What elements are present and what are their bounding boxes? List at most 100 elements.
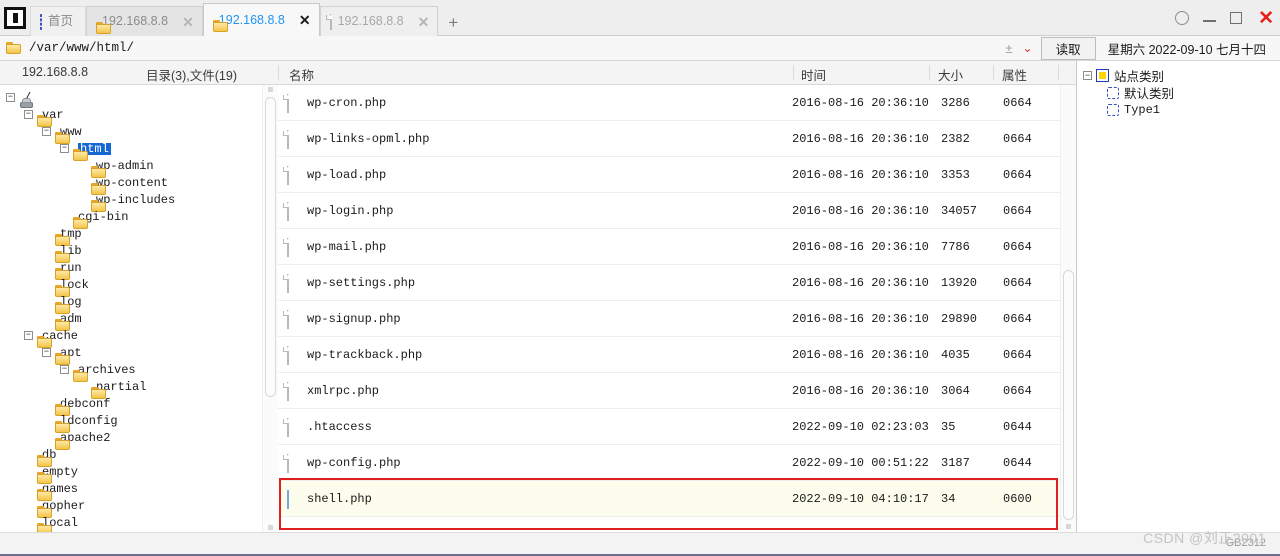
tree-item[interactable]: − archives bbox=[0, 361, 276, 378]
file-size: 13920 bbox=[941, 275, 978, 290]
file-time: 2022-09-10 04:10:17 bbox=[792, 491, 929, 506]
tree-item[interactable]: − var bbox=[0, 106, 276, 123]
tab-close-icon[interactable]: ✕ bbox=[418, 15, 430, 29]
file-row[interactable]: wp-links-opml.php 2016-08-16 20:36:10 2382… bbox=[278, 121, 1060, 157]
tree-item[interactable]: wp-admin bbox=[0, 157, 276, 174]
document-icon bbox=[287, 274, 289, 293]
tree-item[interactable]: wp-content bbox=[0, 174, 276, 191]
tree-twisty-icon[interactable]: − bbox=[42, 348, 51, 357]
file-row[interactable]: wp-cron.php 2016-08-16 20:36:10 3286 0664 bbox=[278, 85, 1060, 121]
path-input[interactable]: /var/www/html/ bbox=[29, 41, 134, 55]
file-row[interactable]: wp-config.php 2022-09-10 00:51:22 3187 0644 bbox=[278, 445, 1060, 481]
tree-item[interactable]: wp-includes bbox=[0, 191, 276, 208]
tree-scrollbar[interactable] bbox=[262, 85, 278, 532]
file-row[interactable]: wp-settings.php 2016-08-16 20:36:10 13920 0… bbox=[278, 265, 1060, 301]
tree-item[interactable]: run bbox=[0, 259, 276, 276]
dashed-square-icon bbox=[1107, 103, 1119, 116]
app-logo-icon bbox=[4, 7, 26, 29]
new-tab-button[interactable]: + bbox=[444, 14, 462, 31]
tree-item[interactable]: ldconfig bbox=[0, 412, 276, 429]
tree-twisty-icon[interactable]: − bbox=[60, 365, 69, 374]
header-name[interactable]: 名称 bbox=[289, 65, 314, 84]
file-row[interactable]: .htaccess 2022-09-10 02:23:03 35 0644 bbox=[278, 409, 1060, 445]
header-size[interactable]: 大小 bbox=[938, 65, 963, 84]
file-row[interactable]: shell.php 2022-09-10 04:10:17 34 0600 bbox=[278, 481, 1060, 517]
file-manager-window: 首页 192.168.8.8 ✕ 192.168.8.8 ✕ 192.168.8.8 ✕ + … bbox=[0, 0, 1280, 556]
tree-item[interactable]: empty bbox=[0, 463, 276, 480]
tree-twisty-icon[interactable]: − bbox=[60, 144, 69, 153]
tree-item[interactable]: − html bbox=[0, 140, 276, 157]
tree-twisty-icon[interactable]: − bbox=[24, 331, 33, 340]
document-icon bbox=[329, 13, 332, 30]
tree-item[interactable]: lib bbox=[0, 242, 276, 259]
tree-scrollbar-thumb[interactable] bbox=[265, 97, 276, 397]
file-size: 29890 bbox=[941, 311, 978, 326]
tree-item-label: wp-includes bbox=[96, 192, 176, 207]
file-size: 2382 bbox=[941, 131, 970, 146]
category-root-row[interactable]: − 站点类别 bbox=[1083, 67, 1280, 84]
tab-1[interactable]: 192.168.8.8 ✕ bbox=[86, 6, 203, 36]
tab-close-icon[interactable]: ✕ bbox=[299, 13, 311, 27]
tree-item[interactable]: apache2 bbox=[0, 429, 276, 446]
window-controls: ✕ bbox=[1175, 0, 1274, 36]
tree-item[interactable]: − www bbox=[0, 123, 276, 140]
tree-item[interactable]: gopher bbox=[0, 497, 276, 514]
file-attr: 0644 bbox=[1003, 419, 1032, 434]
file-row[interactable]: wp-signup.php 2016-08-16 20:36:10 29890 066… bbox=[278, 301, 1060, 337]
file-time: 2016-08-16 20:36:10 bbox=[792, 131, 929, 146]
site-category-pane[interactable]: − 站点类别 默认类别 Type1 bbox=[1076, 61, 1280, 532]
encoding-label: GB2312 bbox=[1225, 537, 1266, 549]
close-button[interactable]: ✕ bbox=[1258, 9, 1274, 28]
tree-item[interactable]: tmp bbox=[0, 225, 276, 242]
file-size: 34 bbox=[941, 491, 956, 506]
file-row[interactable]: wp-load.php 2016-08-16 20:36:10 3353 0664 bbox=[278, 157, 1060, 193]
minimize-button[interactable] bbox=[1203, 20, 1217, 22]
tree-item[interactable]: − / bbox=[0, 89, 276, 106]
tab-2[interactable]: 192.168.8.8 ✕ bbox=[202, 3, 320, 36]
tree-item[interactable]: cgi-bin bbox=[0, 208, 276, 225]
tree-item[interactable]: db bbox=[0, 446, 276, 463]
category-item-label: 默认类别 bbox=[1124, 87, 1175, 101]
file-name: xmlrpc.php bbox=[307, 383, 380, 398]
tree-item[interactable]: log bbox=[0, 293, 276, 310]
file-row[interactable]: wp-trackback.php 2016-08-16 20:36:10 4035 0… bbox=[278, 337, 1060, 373]
file-list-scrollbar-thumb[interactable] bbox=[1063, 270, 1074, 520]
tree-item[interactable]: lock bbox=[0, 276, 276, 293]
file-row[interactable]: wp-login.php 2016-08-16 20:36:10 34057 0664 bbox=[278, 193, 1060, 229]
file-size: 7786 bbox=[941, 239, 970, 254]
directory-tree-pane[interactable]: − / − var − www − html wp-admin wp-content wp-incl… bbox=[0, 85, 277, 532]
read-button[interactable]: 读取 bbox=[1040, 36, 1096, 60]
tab-3[interactable]: 192.168.8.8 ✕ bbox=[319, 6, 439, 36]
header-time[interactable]: 时间 bbox=[801, 65, 826, 84]
tree-item[interactable]: − apt bbox=[0, 344, 276, 361]
category-twisty-icon[interactable]: − bbox=[1083, 71, 1092, 80]
header-attr[interactable]: 属性 bbox=[1002, 65, 1027, 84]
chevron-down-icon[interactable]: ⌄ bbox=[1023, 41, 1033, 55]
category-item[interactable]: Type1 bbox=[1107, 101, 1280, 118]
dashed-square-icon bbox=[40, 13, 42, 30]
tree-item[interactable]: debconf bbox=[0, 395, 276, 412]
restore-circle-icon[interactable] bbox=[1175, 11, 1190, 25]
maximize-button[interactable] bbox=[1230, 12, 1243, 24]
file-name: wp-load.php bbox=[307, 167, 387, 182]
tree-twisty-icon[interactable]: − bbox=[24, 110, 33, 119]
file-name: wp-settings.php bbox=[307, 275, 416, 290]
file-attr: 0664 bbox=[1003, 131, 1032, 146]
tree-item[interactable]: local bbox=[0, 514, 276, 531]
tree-twisty-icon[interactable]: − bbox=[6, 93, 15, 102]
tab-0[interactable]: 首页 bbox=[30, 6, 87, 36]
tab-label: 192.168.8.8 bbox=[337, 14, 404, 29]
category-item[interactable]: 默认类别 bbox=[1107, 84, 1280, 101]
file-list-scrollbar[interactable] bbox=[1060, 85, 1076, 532]
tree-twisty-icon[interactable]: − bbox=[42, 127, 51, 136]
tree-item[interactable]: games bbox=[0, 480, 276, 497]
file-time: 2022-09-10 00:51:22 bbox=[792, 455, 929, 470]
file-list-pane[interactable]: wp-cron.php 2016-08-16 20:36:10 3286 0664 wp… bbox=[278, 85, 1060, 532]
file-row[interactable]: wp-mail.php 2016-08-16 20:36:10 7786 0664 bbox=[278, 229, 1060, 265]
tab-close-icon[interactable]: ✕ bbox=[182, 15, 194, 29]
file-row[interactable]: xmlrpc.php 2016-08-16 20:36:10 3064 0664 bbox=[278, 373, 1060, 409]
tree-item[interactable]: partial bbox=[0, 378, 276, 395]
plus-minus-icon[interactable]: ± bbox=[1005, 41, 1012, 56]
tree-item[interactable]: − cache bbox=[0, 327, 276, 344]
tree-item[interactable]: adm bbox=[0, 310, 276, 327]
